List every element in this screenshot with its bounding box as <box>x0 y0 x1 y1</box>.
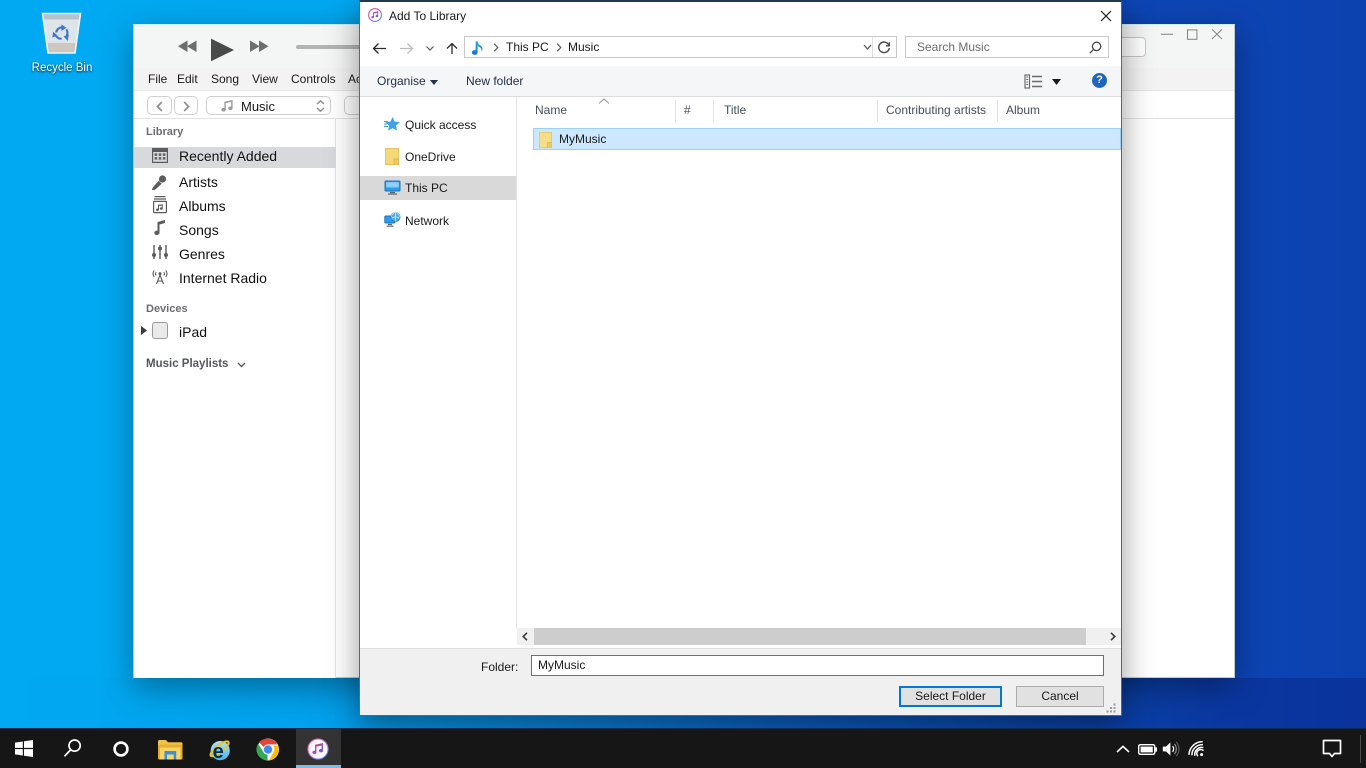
svg-text:e: e <box>213 741 224 762</box>
